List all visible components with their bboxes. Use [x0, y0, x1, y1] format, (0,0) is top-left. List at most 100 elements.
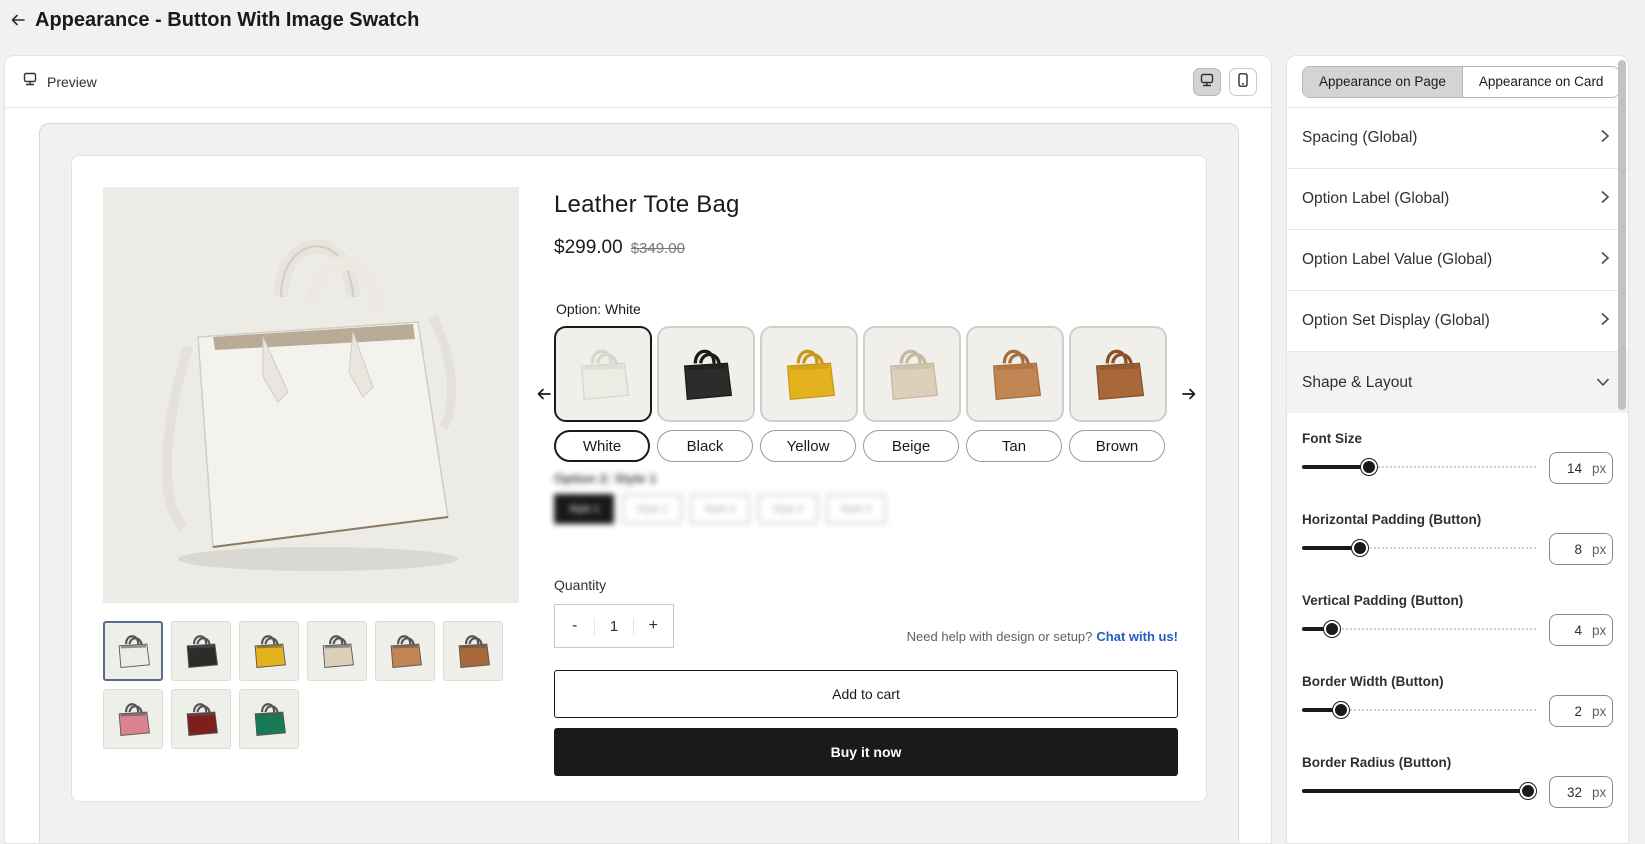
product-thumbnail[interactable] [103, 689, 163, 749]
swatch-white[interactable]: White [554, 326, 652, 462]
section-option-label[interactable]: Option Label (Global) [1287, 169, 1628, 230]
swatch-button[interactable]: Black [657, 430, 753, 462]
control-row: Horizontal Padding (Button) 8 px [1302, 494, 1613, 575]
swatch-button[interactable]: Tan [966, 430, 1062, 462]
swatch-beige[interactable]: Beige [863, 326, 961, 462]
swatch-button[interactable]: White [554, 430, 650, 462]
option-2-pill[interactable]: Style 1 [554, 494, 614, 524]
number-value: 8 [1574, 541, 1582, 557]
unit-label: px [1592, 460, 1607, 476]
section-option-label-value[interactable]: Option Label Value (Global) [1287, 230, 1628, 291]
range-slider[interactable] [1302, 540, 1536, 556]
product-thumbnail[interactable] [171, 621, 231, 681]
swatch-image[interactable] [657, 326, 755, 422]
quantity-stepper: - 1 + [554, 604, 674, 648]
product-info: Leather Tote Bag $299.00 $349.00 Option:… [537, 187, 1196, 776]
quantity-increase-button[interactable]: + [634, 605, 673, 647]
swatch-button[interactable]: Beige [863, 430, 959, 462]
unit-label: px [1592, 622, 1607, 638]
product-thumbnail[interactable] [103, 621, 163, 681]
page-title: Appearance - Button With Image Swatch [35, 8, 420, 31]
option-2-pill[interactable]: Style 3 [690, 494, 750, 524]
product-thumbnail[interactable] [443, 621, 503, 681]
chevron-right-icon [1600, 312, 1610, 331]
desktop-icon [1200, 73, 1214, 92]
swatch-yellow[interactable]: Yellow [760, 326, 858, 462]
quantity-decrease-button[interactable]: - [555, 605, 594, 647]
slider-fill [1302, 789, 1528, 793]
option-2-pill[interactable]: Style 4 [758, 494, 818, 524]
slider-fill [1302, 465, 1369, 469]
number-input[interactable]: 4 px [1549, 614, 1613, 646]
control-row: Border Radius (Button) 32 px [1302, 737, 1613, 818]
control-label: Vertical Padding (Button) [1302, 593, 1464, 608]
unit-label: px [1592, 784, 1607, 800]
buy-now-button[interactable]: Buy it now [554, 728, 1178, 776]
control-row: Font Size 14 px [1302, 413, 1613, 494]
swatch-button[interactable]: Yellow [760, 430, 856, 462]
product-thumbnail[interactable] [171, 689, 231, 749]
slider-thumb[interactable] [1324, 621, 1340, 637]
option-label-prefix: Option: [556, 301, 606, 317]
range-slider[interactable] [1302, 783, 1536, 799]
product-price: $299.00 [554, 237, 623, 258]
tab-appearance-on-page[interactable]: Appearance on Page [1303, 66, 1463, 97]
add-to-cart-button[interactable]: Add to cart [554, 670, 1178, 718]
section-option-set-display[interactable]: Option Set Display (Global) [1287, 291, 1628, 352]
tab-appearance-on-card[interactable]: Appearance on Card [1462, 66, 1620, 97]
swatch-black[interactable]: Black [657, 326, 755, 462]
chevron-down-icon [1596, 374, 1610, 392]
slider-thumb[interactable] [1352, 540, 1368, 556]
shape-layout-controls: Font Size 14 px Horizontal Padding (Button)… [1287, 413, 1628, 818]
control-row: Border Width (Button) 2 px [1302, 656, 1613, 737]
swatch-tan[interactable]: Tan [966, 326, 1064, 462]
section-title: Shape & Layout [1302, 373, 1413, 391]
swatch-image[interactable] [1069, 326, 1167, 422]
section-shape-layout[interactable]: Shape & Layout [1287, 352, 1628, 413]
settings-scrollbar[interactable] [1618, 60, 1626, 410]
product-thumbnail[interactable] [239, 689, 299, 749]
slider-thumb[interactable] [1361, 459, 1377, 475]
number-input[interactable]: 2 px [1549, 695, 1613, 727]
product-thumbnail[interactable] [307, 621, 367, 681]
back-arrow-icon[interactable] [6, 8, 30, 32]
option-2-pill[interactable]: Style 2 [622, 494, 682, 524]
range-slider[interactable] [1302, 702, 1536, 718]
product-thumbnail[interactable] [375, 621, 435, 681]
chevron-right-icon [1600, 190, 1610, 209]
option-2-values: Style 1 Style 2 Style 3 Style 4 Style 5 [554, 494, 886, 524]
section-spacing[interactable]: Spacing (Global) [1287, 108, 1628, 169]
quantity-input[interactable]: 1 [594, 617, 634, 635]
slider-thumb[interactable] [1520, 783, 1536, 799]
product-thumbnail[interactable] [239, 621, 299, 681]
product-main-image [103, 187, 519, 603]
number-input[interactable]: 32 px [1549, 776, 1613, 808]
swatch-image[interactable] [760, 326, 858, 422]
mobile-view-button[interactable] [1229, 68, 1257, 96]
swatch-brown[interactable]: Brown [1069, 326, 1167, 462]
option-2-blurred: Option 2: Style 1 Style 1 Style 2 Style 3S… [554, 471, 886, 524]
number-input[interactable]: 8 px [1549, 533, 1613, 565]
swatch-image[interactable] [554, 326, 652, 422]
preview-label: Preview [47, 73, 97, 90]
slider-thumb[interactable] [1333, 702, 1349, 718]
mobile-icon [1237, 72, 1249, 92]
number-value: 2 [1574, 703, 1582, 719]
number-input[interactable]: 14 px [1549, 452, 1613, 484]
desktop-view-button[interactable] [1193, 68, 1221, 96]
arrow-left-icon[interactable] [532, 382, 556, 406]
control-label: Border Radius (Button) [1302, 755, 1452, 770]
swatch-image[interactable] [863, 326, 961, 422]
unit-label: px [1592, 703, 1607, 719]
section-title: Option Label Value (Global) [1302, 251, 1493, 268]
range-slider[interactable] [1302, 459, 1536, 475]
range-slider[interactable] [1302, 621, 1536, 637]
price-row: $299.00 $349.00 [554, 237, 1178, 259]
option-2-pill[interactable]: Style 5 [826, 494, 886, 524]
arrow-right-icon[interactable] [1177, 382, 1201, 406]
chat-link[interactable]: Chat with us! [1096, 629, 1178, 644]
option-label-value: White [605, 301, 641, 317]
swatch-button[interactable]: Brown [1069, 430, 1165, 462]
swatch-image[interactable] [966, 326, 1064, 422]
device-toggle [1193, 68, 1257, 96]
